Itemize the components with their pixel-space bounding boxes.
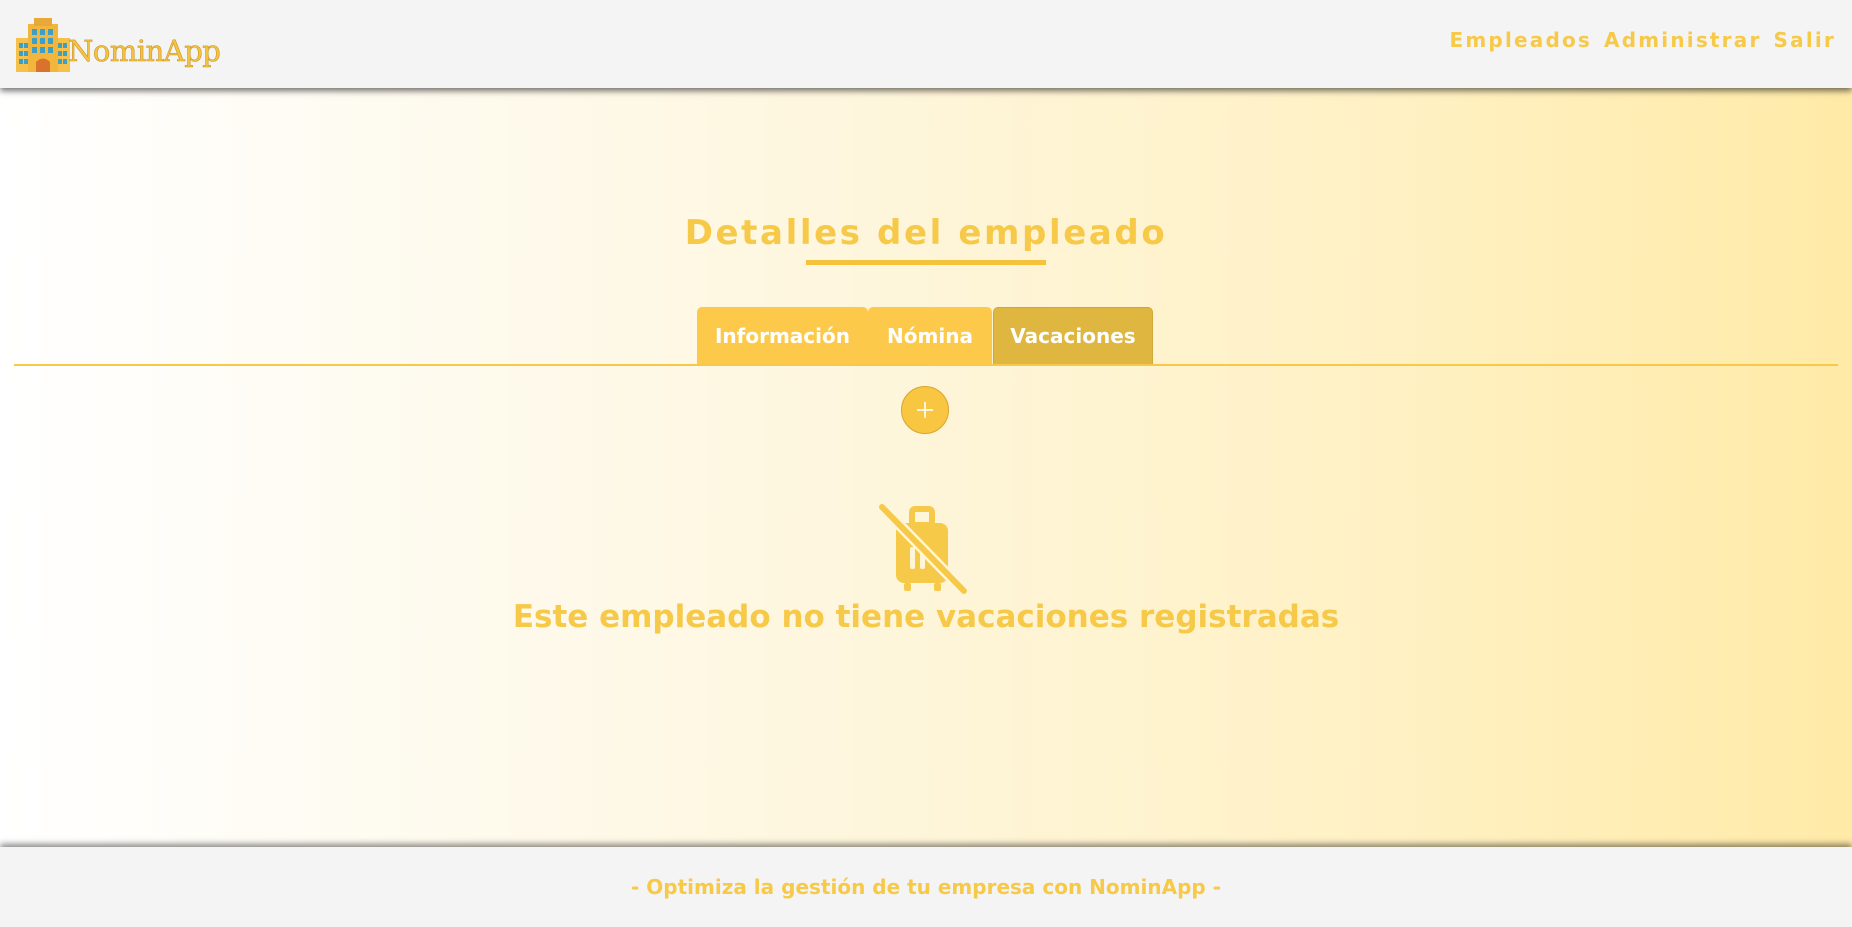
title-underline — [806, 260, 1046, 265]
nav-empleados[interactable]: Empleados — [1450, 28, 1593, 52]
page-title: Detalles del empleado — [684, 213, 1168, 253]
no-luggage-icon — [876, 501, 970, 597]
logo-text: NominApp — [68, 34, 221, 69]
tab-bar: Información Nómina Vacaciones — [697, 307, 1153, 364]
add-vacation-button[interactable] — [901, 386, 949, 434]
building-icon — [16, 18, 70, 72]
tab-vacaciones[interactable]: Vacaciones — [993, 307, 1153, 364]
tab-informacion[interactable]: Información — [697, 307, 868, 364]
page-title-wrap: Detalles del empleado — [0, 213, 1852, 253]
empty-state: Este empleado no tiene vacaciones regist… — [0, 599, 1852, 635]
empty-message: Este empleado no tiene vacaciones regist… — [512, 599, 1340, 635]
tab-divider — [14, 364, 1838, 366]
footer: - Optimiza la gestión de tu empresa con … — [0, 847, 1852, 927]
nav-salir[interactable]: Salir — [1774, 28, 1836, 52]
main-nav: Empleados Administrar Salir — [1450, 28, 1836, 52]
main-content: Detalles del empleado Información Nómina… — [0, 88, 1852, 847]
nav-administrar[interactable]: Administrar — [1604, 28, 1761, 52]
footer-text: - Optimiza la gestión de tu empresa con … — [631, 875, 1221, 899]
header: NominApp Empleados Administrar Salir — [0, 0, 1852, 88]
tab-nomina[interactable]: Nómina — [868, 307, 992, 364]
plus-icon — [917, 402, 933, 418]
logo[interactable]: NominApp — [14, 16, 221, 72]
